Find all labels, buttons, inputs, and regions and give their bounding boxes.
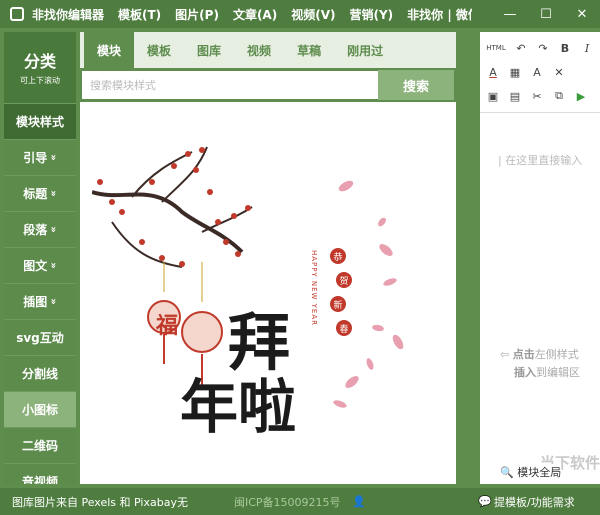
sidebar-item-label: 标题 [23, 187, 48, 201]
clear-format-icon[interactable]: ✕ [552, 65, 566, 79]
menu-app-name[interactable]: 非找你编辑器 [32, 6, 104, 23]
menu-template[interactable]: 模板(T) [118, 6, 161, 23]
tab-gallery[interactable]: 图库 [184, 32, 234, 68]
menu-marketing[interactable]: 营销(Y) [349, 6, 393, 23]
tab-recent[interactable]: 刚用过 [334, 32, 396, 68]
search-button[interactable]: 搜索 [378, 70, 454, 100]
tip-bold-click: 点击 [512, 348, 535, 361]
search-input[interactable] [82, 71, 378, 99]
sidebar-item-label: 模块样式 [15, 115, 64, 129]
module-search-button[interactable]: 🔍 模块全局 [500, 464, 562, 480]
sidebar-item-small-icon[interactable]: 小图标 [4, 392, 76, 428]
panel-scrollbar[interactable] [456, 32, 478, 484]
minimize-button[interactable]: — [492, 0, 528, 28]
maximize-button[interactable]: ☐ [528, 0, 564, 28]
background-color-icon[interactable]: ▦ [508, 65, 522, 79]
seal-he: 贺 [336, 272, 352, 288]
menu-video[interactable]: 视频(V) [291, 6, 335, 23]
app-icon [10, 7, 24, 21]
redo-icon[interactable]: ↷ [536, 41, 550, 55]
title-bar: 非找你编辑器 模板(T) 图片(P) 文章(A) 视频(V) 营销(Y) 非找你… [0, 0, 600, 28]
category-sidebar: 分类 可上下滚动 模块样式 引导» 标题» 段落» 图文» 插图» svg互动 … [4, 32, 76, 484]
insert-image-icon[interactable]: ▣ [486, 89, 500, 103]
sidebar-subtitle: 可上下滚动 [20, 76, 60, 85]
tab-bar: 模块 模板 图库 视频 草稿 刚用过 [80, 32, 456, 68]
sidebar-item-label: 插图 [23, 295, 48, 309]
italic-icon[interactable]: I [580, 41, 594, 55]
tip-text-2: 到编辑区 [536, 366, 580, 379]
font-color-icon[interactable]: A [486, 65, 500, 79]
sidebar-item-label: 引导 [23, 151, 48, 165]
editor-panel: HTML ↶ ↷ B I A ▦ A ✕ ▣ ▤ ✂ ⧉ ▶ | 在这里直接输入… [480, 32, 600, 484]
html-source-button[interactable]: HTML [486, 41, 506, 55]
chevron-down-icon: » [48, 226, 59, 233]
sidebar-item-label: svg互动 [16, 331, 64, 345]
feedback-link[interactable]: 提模板/功能需求 [494, 494, 575, 510]
chevron-down-icon: » [48, 298, 59, 305]
status-image-source: 图库图片来自 Pexels 和 Pixabay无 [12, 495, 188, 509]
copy-icon[interactable]: ⧉ [552, 89, 566, 103]
sidebar-item-label: 小图标 [21, 403, 58, 417]
person-icon: 👤 [352, 495, 366, 508]
editor-toolbar: HTML ↶ ↷ B I A ▦ A ✕ ▣ ▤ ✂ ⧉ ▶ [480, 32, 600, 113]
sidebar-item-label: 音视频 [21, 475, 58, 484]
sidebar-item-svg-interactive[interactable]: svg互动 [4, 320, 76, 356]
seal-xin: 新 [330, 296, 346, 312]
search-bar: 搜索 [80, 68, 456, 102]
lantern-character: 福 [156, 313, 179, 339]
seal-gong: 恭 [330, 248, 346, 264]
menu-bar: 非找你编辑器 模板(T) 图片(P) 文章(A) 视频(V) 营销(Y) 非找你… [32, 6, 472, 23]
chevron-down-icon: » [48, 190, 59, 197]
status-bar: 图库图片来自 Pexels 和 Pixabay无 闽ICP备15009215号 … [0, 488, 600, 515]
insert-table-icon[interactable]: ▤ [508, 89, 522, 103]
sidebar-item-label: 分割线 [21, 367, 58, 381]
sidebar-item-label: 二维码 [21, 439, 58, 453]
undo-icon[interactable]: ↶ [514, 41, 528, 55]
chevron-down-icon: » [48, 262, 59, 269]
tab-template[interactable]: 模板 [134, 32, 184, 68]
search-icon: 🔍 [500, 466, 514, 479]
sidebar-item-audio-video[interactable]: 音视频 [4, 464, 76, 484]
chat-icon: 💬 [478, 495, 492, 508]
play-icon[interactable]: ▶ [574, 89, 588, 103]
sidebar-item-heading[interactable]: 标题» [4, 176, 76, 212]
tip-bold-insert: 插入 [514, 366, 536, 379]
close-button[interactable]: ✕ [564, 0, 600, 28]
menu-window-title: 非找你 | 微信编... [407, 7, 472, 22]
sidebar-item-qrcode[interactable]: 二维码 [4, 428, 76, 464]
menu-image[interactable]: 图片(P) [175, 6, 219, 23]
sidebar-item-label: 图文 [23, 259, 48, 273]
editor-tip: ⇦ 点击左侧样式 插入到编辑区 [500, 346, 580, 382]
editor-placeholder-text: 在这里直接输入 [505, 154, 583, 167]
editor-placeholder[interactable]: | 在这里直接输入 [498, 152, 582, 168]
font-size-icon[interactable]: A [530, 65, 544, 79]
tip-text-1: 左侧样式 [534, 348, 579, 361]
sidebar-item-divider[interactable]: 分割线 [4, 356, 76, 392]
happy-new-year-text: HAPPY NEW YEAR [310, 250, 318, 326]
tab-video[interactable]: 视频 [234, 32, 284, 68]
sidebar-item-paragraph[interactable]: 段落» [4, 212, 76, 248]
sidebar-header: 分类 可上下滚动 [4, 32, 76, 104]
sidebar-item-label: 段落 [23, 223, 48, 237]
sidebar-title: 分类 [23, 52, 56, 71]
bold-icon[interactable]: B [558, 41, 572, 55]
arrow-left-icon: ⇦ [500, 348, 513, 361]
sidebar-item-image-text[interactable]: 图文» [4, 248, 76, 284]
template-preview-poster[interactable]: 福 HAPPY NEW YEAR 恭 贺 新 春 拜 年啦 [92, 142, 456, 484]
status-icp[interactable]: 闽ICP备15009215号 [234, 494, 341, 510]
sidebar-item-guide[interactable]: 引导» [4, 140, 76, 176]
sidebar-item-module-style[interactable]: 模块样式 [4, 104, 76, 140]
poster-title-line2: 年啦 [180, 373, 297, 441]
template-panel: 模块 模板 图库 视频 草稿 刚用过 搜索模块样式 搜索 福 HAPPY NEW… [80, 32, 456, 484]
tab-module[interactable]: 模块 [84, 32, 135, 68]
sidebar-item-illustration[interactable]: 插图» [4, 284, 76, 320]
seal-chun: 春 [336, 320, 352, 336]
chevron-down-icon: » [48, 154, 59, 161]
menu-article[interactable]: 文章(A) [233, 6, 277, 23]
tab-draft[interactable]: 草稿 [284, 32, 334, 68]
module-search-label: 模块全局 [517, 466, 562, 479]
cut-icon[interactable]: ✂ [530, 89, 544, 103]
